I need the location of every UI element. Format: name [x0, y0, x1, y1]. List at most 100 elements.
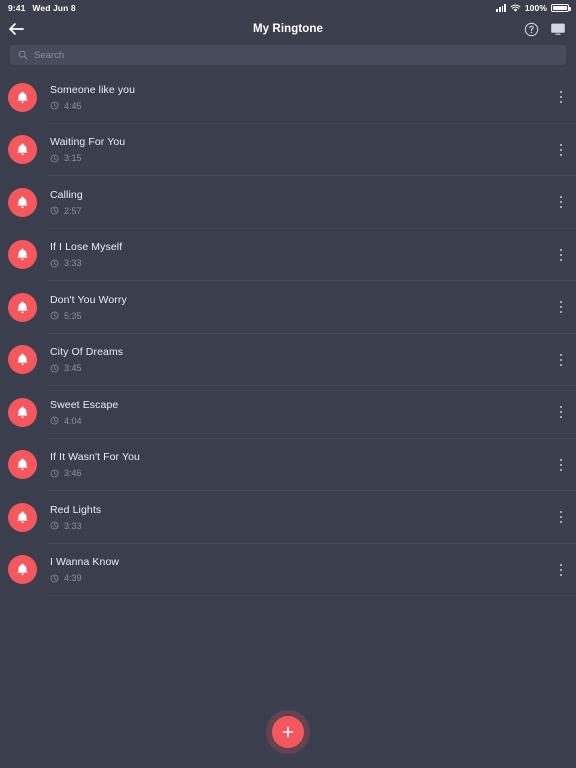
ringtone-title: Sweet Escape — [50, 398, 119, 411]
search-bar[interactable] — [10, 45, 566, 65]
bell-icon — [8, 135, 37, 165]
status-bar-time: 9:41 — [8, 3, 26, 13]
duration-label: 4:39 — [64, 573, 82, 584]
bell-icon — [8, 240, 37, 270]
ringtone-duration: 3:33 — [50, 521, 101, 531]
list-item[interactable]: City Of Dreams 3:45 — [0, 334, 576, 387]
list-item-text: Someone like you 4:45 — [50, 84, 135, 111]
add-ringtone-button[interactable] — [266, 710, 310, 754]
fab-container — [0, 710, 576, 754]
more-vertical-icon[interactable] — [556, 139, 566, 161]
duration-label: 4:04 — [64, 415, 82, 426]
battery-percent-label: 100% — [524, 3, 547, 13]
clock-icon — [50, 206, 59, 215]
more-vertical-icon[interactable] — [556, 559, 566, 581]
bell-icon — [8, 502, 37, 532]
more-vertical-icon[interactable] — [556, 349, 566, 371]
search-section — [0, 42, 576, 65]
list-item-text: City Of Dreams 3:45 — [50, 346, 123, 373]
monitor-icon[interactable] — [550, 22, 566, 36]
list-item-text: If I Lose Myself 3:33 — [50, 241, 122, 268]
list-item[interactable]: If It Wasn't For You 3:46 — [0, 439, 576, 492]
duration-label: 3:46 — [64, 468, 82, 479]
more-vertical-icon[interactable] — [556, 401, 566, 423]
more-vertical-icon[interactable] — [556, 191, 566, 213]
list-item-text: Calling 2:57 — [50, 189, 83, 216]
list-item-text: Don't You Worry 5:35 — [50, 294, 127, 321]
list-item[interactable]: Red Lights 3:33 — [0, 491, 576, 544]
more-vertical-icon[interactable] — [556, 86, 566, 108]
ringtone-title: Calling — [50, 188, 83, 201]
clock-icon — [50, 521, 59, 530]
status-bar: 9:41 Wed Jun 8 100% — [0, 0, 576, 16]
list-item[interactable]: Sweet Escape 4:04 — [0, 386, 576, 439]
more-vertical-icon[interactable] — [556, 244, 566, 266]
clock-icon — [50, 259, 59, 268]
ringtone-title: I Wanna Know — [50, 556, 120, 569]
duration-label: 3:45 — [64, 363, 82, 374]
clock-icon — [50, 469, 59, 478]
bell-icon — [8, 345, 37, 375]
ringtone-duration: 4:45 — [50, 101, 135, 111]
ringtone-duration: 5:35 — [50, 311, 127, 321]
search-input[interactable] — [34, 49, 558, 61]
duration-label: 3:15 — [64, 153, 82, 164]
ringtone-title: Someone like you — [50, 83, 136, 96]
list-item-text: Red Lights 3:33 — [50, 504, 101, 531]
ringtone-title: Red Lights — [50, 503, 102, 516]
battery-full-icon — [551, 3, 571, 13]
ringtone-title: Don't You Worry — [50, 293, 127, 306]
app-header: My Ringtone — [0, 16, 576, 42]
list-item[interactable]: Don't You Worry 5:35 — [0, 281, 576, 334]
list-item[interactable]: Waiting For You 3:15 — [0, 124, 576, 177]
list-item-text: If It Wasn't For You 3:46 — [50, 451, 140, 478]
duration-label: 5:35 — [64, 310, 82, 321]
app-screen: 9:41 Wed Jun 8 100% My Ringtone Search S… — [0, 0, 576, 768]
more-vertical-icon[interactable] — [556, 454, 566, 476]
list-item[interactable]: Calling 2:57 — [0, 176, 576, 229]
list-item-text: Waiting For You 3:15 — [50, 136, 125, 163]
bell-icon — [8, 82, 37, 112]
ringtone-duration: 3:46 — [50, 468, 140, 478]
search-icon — [18, 50, 28, 60]
header-actions — [524, 22, 566, 37]
bell-icon — [8, 450, 37, 480]
bell-icon — [8, 555, 37, 585]
cellular-bars-icon — [496, 4, 506, 12]
ringtone-duration: 3:45 — [50, 363, 123, 373]
status-bar-right: 100% — [496, 3, 571, 13]
list-item[interactable]: Someone like you 4:45 — [0, 71, 576, 124]
clock-icon — [50, 311, 59, 320]
ringtone-duration: 4:04 — [50, 416, 118, 426]
clock-icon — [50, 101, 59, 110]
clock-icon — [50, 416, 59, 425]
status-bar-left: 9:41 Wed Jun 8 — [8, 3, 76, 13]
duration-label: 4:45 — [64, 100, 82, 111]
ringtone-title: If I Lose Myself — [50, 241, 123, 254]
more-vertical-icon[interactable] — [556, 296, 566, 318]
ringtone-duration: 3:15 — [50, 153, 125, 163]
ringtone-duration: 4:39 — [50, 573, 119, 583]
help-circle-icon[interactable] — [524, 22, 539, 37]
clock-icon — [50, 364, 59, 373]
ringtone-list: Someone like you 4:45 Waiting For You 3:15 C… — [0, 71, 576, 596]
duration-label: 3:33 — [64, 258, 82, 269]
bell-icon — [8, 397, 37, 427]
ringtone-title: Waiting For You — [50, 136, 126, 149]
list-item[interactable]: If I Lose Myself 3:33 — [0, 229, 576, 282]
status-bar-date: Wed Jun 8 — [32, 3, 76, 13]
wifi-icon — [510, 3, 521, 12]
page-title: My Ringtone — [252, 23, 324, 35]
duration-label: 3:33 — [64, 520, 82, 531]
clock-icon — [50, 574, 59, 583]
fab-circle — [272, 716, 304, 748]
ringtone-title: If It Wasn't For You — [50, 451, 140, 464]
bell-icon — [8, 292, 37, 322]
plus-icon — [282, 726, 294, 738]
more-vertical-icon[interactable] — [556, 506, 566, 528]
list-item-text: Sweet Escape 4:04 — [50, 399, 118, 426]
list-item[interactable]: I Wanna Know 4:39 — [0, 544, 576, 597]
clock-icon — [50, 154, 59, 163]
list-item-text: I Wanna Know 4:39 — [50, 556, 119, 583]
ringtone-duration: 2:57 — [50, 206, 83, 216]
